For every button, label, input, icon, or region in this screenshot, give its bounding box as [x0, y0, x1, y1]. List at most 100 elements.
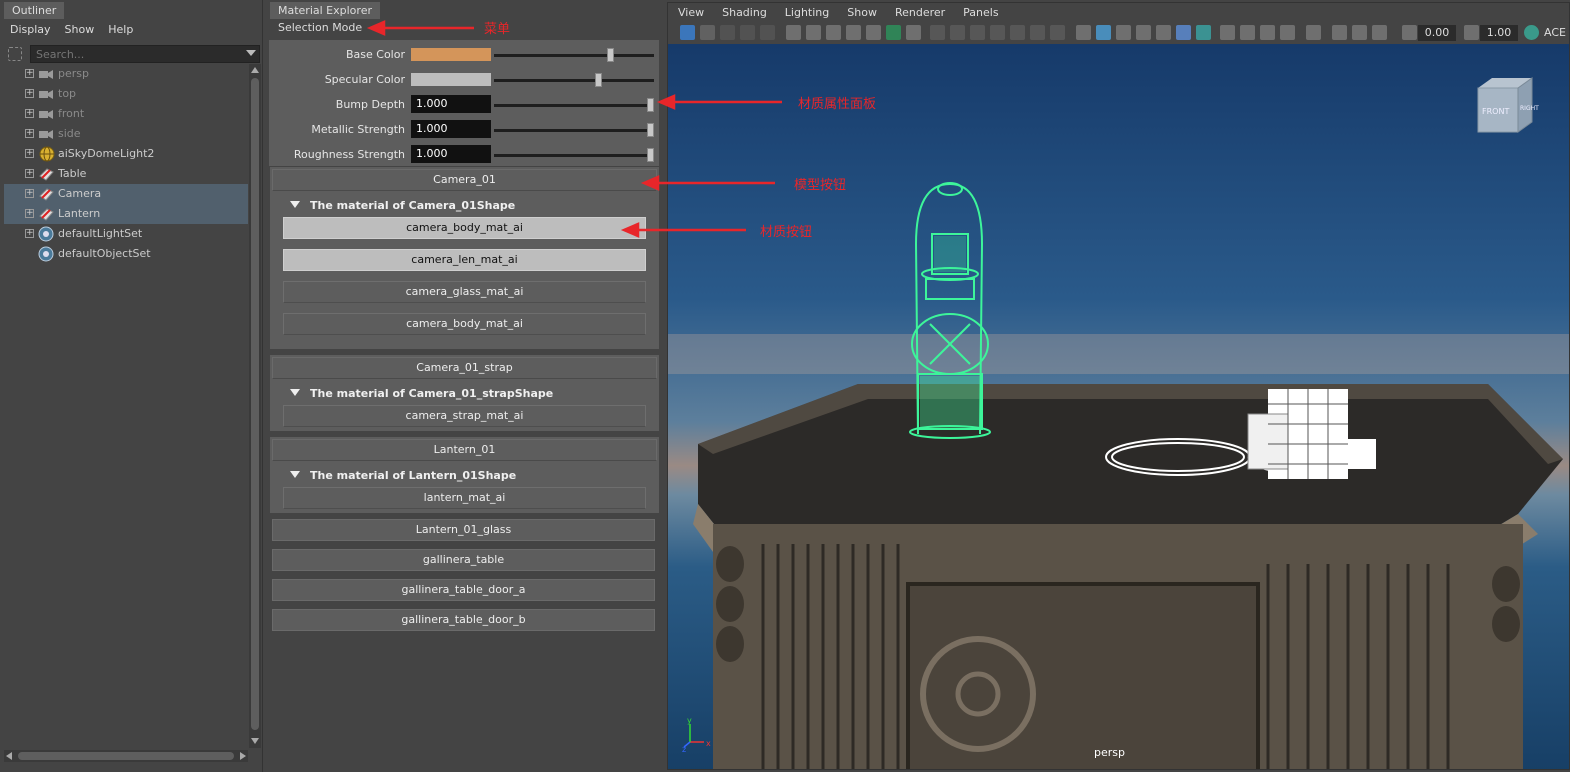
bookmark-icon[interactable]: [720, 25, 735, 40]
scroll-thumb[interactable]: [18, 752, 234, 760]
filter-icon[interactable]: [8, 47, 22, 61]
model-button[interactable]: gallinera_table_door_a: [272, 579, 655, 601]
motion-trail-icon[interactable]: [866, 25, 881, 40]
viewport-menu-show[interactable]: Show: [847, 3, 877, 22]
ambient-occlusion-icon[interactable]: [1220, 25, 1235, 40]
material-button[interactable]: camera_body_mat_ai: [283, 313, 646, 335]
expand-icon[interactable]: +: [25, 89, 34, 98]
scroll-down-icon[interactable]: [251, 738, 259, 744]
expand-icon[interactable]: +: [25, 109, 34, 118]
camera-attributes-icon[interactable]: [700, 25, 715, 40]
model-button[interactable]: Camera_01_strap: [272, 357, 657, 379]
xray-joints-icon[interactable]: [1352, 25, 1367, 40]
smooth-shade-icon[interactable]: [1096, 25, 1111, 40]
field-chart-icon[interactable]: [1010, 25, 1025, 40]
checker-icon[interactable]: [1156, 25, 1171, 40]
collapse-triangle-icon[interactable]: [290, 201, 300, 208]
attr-value-field[interactable]: 1.000: [411, 145, 491, 163]
wireframe-on-shaded-icon[interactable]: [906, 25, 921, 40]
selection-mode-menu[interactable]: Selection Mode: [278, 21, 362, 34]
exposure-field[interactable]: 0.00: [1418, 25, 1456, 41]
outliner-horizontal-scrollbar[interactable]: [4, 750, 248, 762]
collapse-triangle-icon[interactable]: [290, 471, 300, 478]
exposure-icon[interactable]: [1402, 25, 1417, 40]
outliner-item-camera[interactable]: + Camera: [4, 184, 248, 204]
model-button[interactable]: Lantern_01: [272, 439, 657, 461]
color-management-icon[interactable]: [1524, 25, 1539, 40]
outliner-tab[interactable]: Outliner: [4, 2, 65, 19]
material-explorer-tab[interactable]: Material Explorer: [270, 2, 380, 19]
depth-of-field-icon[interactable]: [1280, 25, 1295, 40]
outliner-item-lantern[interactable]: + Lantern: [4, 204, 248, 224]
viewport-menu-renderer[interactable]: Renderer: [895, 3, 945, 22]
scroll-up-icon[interactable]: [251, 67, 259, 73]
slider-handle[interactable]: [647, 148, 654, 162]
xray-icon[interactable]: [1332, 25, 1347, 40]
grease-pencil-icon[interactable]: [760, 25, 775, 40]
viewport-menu-lighting[interactable]: Lighting: [785, 3, 829, 22]
viewport-menu-panels[interactable]: Panels: [963, 3, 998, 22]
outliner-item-top[interactable]: + top: [4, 84, 248, 104]
image-plane-icon[interactable]: [740, 25, 755, 40]
search-dropdown-icon[interactable]: [246, 50, 256, 56]
material-button[interactable]: lantern_mat_ai: [283, 487, 646, 509]
outliner-vertical-scrollbar[interactable]: [249, 64, 261, 748]
slider-handle[interactable]: [607, 48, 615, 62]
model-button[interactable]: gallinera_table_door_b: [272, 609, 655, 631]
backface-icon[interactable]: [1372, 25, 1387, 40]
attr-value-field[interactable]: 1.000: [411, 95, 491, 113]
outliner-item-table[interactable]: + Table: [4, 164, 248, 184]
scroll-thumb[interactable]: [251, 78, 259, 730]
outliner-menu-help[interactable]: Help: [108, 23, 133, 36]
slider-handle[interactable]: [647, 98, 654, 112]
viewport-scene[interactable]: FRONT RIGHT x y z persp: [668, 44, 1569, 769]
expand-icon[interactable]: +: [25, 149, 34, 158]
expand-icon[interactable]: +: [25, 69, 34, 78]
color-swatch[interactable]: [411, 73, 491, 86]
attr-slider[interactable]: [494, 79, 654, 82]
attr-slider[interactable]: [494, 104, 654, 107]
outliner-item-defaultobjectset[interactable]: defaultObjectSet: [4, 244, 248, 264]
expand-icon[interactable]: +: [25, 229, 34, 238]
attr-slider[interactable]: [494, 54, 654, 57]
scroll-left-icon[interactable]: [6, 752, 12, 760]
wireframe-icon[interactable]: [1076, 25, 1091, 40]
expand-icon[interactable]: +: [25, 129, 34, 138]
isolate-select-icon[interactable]: [1306, 25, 1321, 40]
resolution-gate-icon[interactable]: [970, 25, 985, 40]
attr-slider[interactable]: [494, 154, 654, 157]
grid-icon[interactable]: [930, 25, 945, 40]
film-gate-icon[interactable]: [950, 25, 965, 40]
paint-icon[interactable]: [886, 25, 901, 40]
default-material-icon[interactable]: [1116, 25, 1131, 40]
outliner-item-front[interactable]: + front: [4, 104, 248, 124]
outliner-item-defaultlightset[interactable]: + defaultLightSet: [4, 224, 248, 244]
model-button[interactable]: Camera_01: [272, 169, 657, 191]
motion-blur-icon[interactable]: [1240, 25, 1255, 40]
slider-handle[interactable]: [647, 123, 654, 137]
camera-icon[interactable]: [786, 25, 801, 40]
gamma-field[interactable]: 1.00: [1480, 25, 1518, 41]
gamma-icon[interactable]: [1464, 25, 1479, 40]
material-button[interactable]: camera_len_mat_ai: [283, 249, 646, 271]
color-swatch[interactable]: [411, 48, 491, 61]
color-space-label[interactable]: ACE: [1544, 26, 1566, 39]
scroll-right-icon[interactable]: [240, 752, 246, 760]
viewport-menu-view[interactable]: View: [678, 3, 704, 22]
expand-icon[interactable]: +: [25, 189, 34, 198]
slider-handle[interactable]: [594, 73, 602, 87]
shadows-icon[interactable]: [1196, 25, 1211, 40]
material-button[interactable]: camera_body_mat_ai: [283, 217, 646, 239]
gate-mask-icon[interactable]: [990, 25, 1005, 40]
textured-icon[interactable]: [1136, 25, 1151, 40]
outliner-item-aiskydomelight2[interactable]: + aiSkyDomeLight2: [4, 144, 248, 164]
model-button[interactable]: Lantern_01_glass: [272, 519, 655, 541]
material-button[interactable]: camera_strap_mat_ai: [283, 405, 646, 427]
lights-icon[interactable]: [1176, 25, 1191, 40]
bookmark-icon[interactable]: [846, 25, 861, 40]
expand-icon[interactable]: +: [25, 209, 34, 218]
outliner-item-persp[interactable]: + persp: [4, 64, 248, 84]
attr-slider[interactable]: [494, 129, 654, 132]
antialias-icon[interactable]: [1260, 25, 1275, 40]
material-button[interactable]: camera_glass_mat_ai: [283, 281, 646, 303]
